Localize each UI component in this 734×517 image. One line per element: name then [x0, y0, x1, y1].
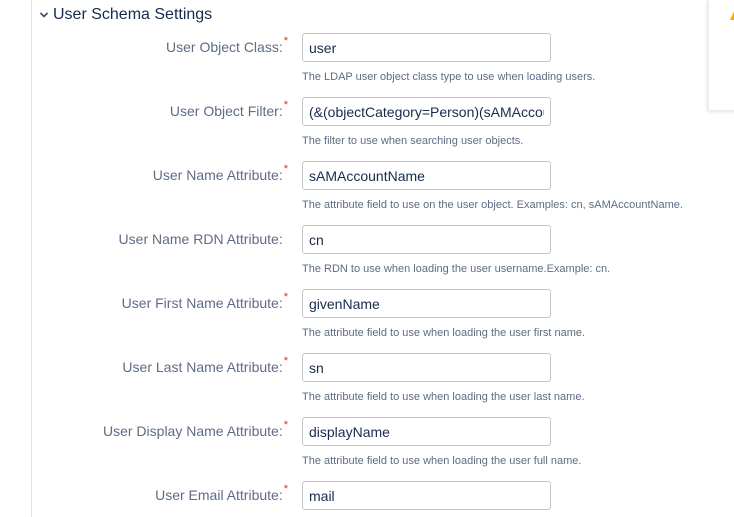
- warning-icon: [729, 8, 734, 22]
- field-label: User Email Attribute: *: [155, 483, 288, 503]
- section-title: User Schema Settings: [53, 6, 213, 23]
- label-text: User Object Class:: [166, 39, 283, 55]
- field-label: User Object Class: *: [166, 35, 288, 55]
- label-text: User Name RDN Attribute:: [118, 231, 283, 247]
- user-name-rdn-attribute-input[interactable]: [302, 225, 551, 254]
- label-text: User Name Attribute:: [152, 167, 283, 183]
- user-last-name-attribute-input[interactable]: [302, 353, 551, 382]
- field-user-object-class: User Object Class:* The LDAP user object…: [0, 33, 734, 97]
- user-email-attribute-input[interactable]: [302, 481, 551, 510]
- user-object-filter-input[interactable]: [302, 97, 551, 126]
- field-help-text: The RDN to use when loading the user use…: [302, 263, 611, 275]
- required-marker: *: [283, 355, 288, 367]
- field-user-name-rdn-attribute: User Name RDN Attribute:* The RDN to use…: [0, 225, 734, 289]
- label-text: User Email Attribute:: [155, 487, 283, 503]
- required-marker: *: [283, 291, 288, 303]
- label-text: User Display Name Attribute:: [102, 423, 283, 439]
- user-display-name-attribute-input[interactable]: [302, 417, 551, 446]
- label-text: User Last Name Attribute:: [122, 359, 283, 375]
- section-header-user-schema[interactable]: User Schema Settings: [38, 4, 212, 26]
- label-text: User First Name Attribute:: [121, 295, 283, 311]
- field-help-text: The LDAP user object class type to use w…: [302, 71, 596, 83]
- field-help-text: The attribute field to use when loading …: [302, 455, 582, 467]
- label-text: User Object Filter:: [169, 103, 283, 119]
- field-label: User Name Attribute: *: [152, 163, 288, 183]
- field-label: User Name RDN Attribute:*: [119, 231, 288, 247]
- field-label: User Object Filter: *: [169, 99, 288, 119]
- field-user-email-attribute: User Email Attribute: *: [0, 481, 734, 517]
- chevron-down-icon[interactable]: [38, 9, 50, 21]
- required-marker: *: [283, 419, 288, 431]
- user-object-class-input[interactable]: [302, 33, 551, 62]
- field-user-object-filter: User Object Filter:* The filter to use w…: [0, 97, 734, 161]
- side-help-panel: [708, 0, 734, 111]
- field-user-display-name-attribute: User Display Name Attribute:* The attrib…: [0, 417, 734, 481]
- required-marker: *: [283, 163, 288, 175]
- required-marker: *: [283, 99, 288, 111]
- field-label: User First Name Attribute: *: [121, 291, 288, 311]
- field-user-last-name-attribute: User Last Name Attribute:* The attribute…: [0, 353, 734, 417]
- user-first-name-attribute-input[interactable]: [302, 289, 551, 318]
- user-name-attribute-input[interactable]: [302, 161, 551, 190]
- field-help-text: The attribute field to use when loading …: [302, 327, 586, 339]
- required-marker: *: [283, 35, 288, 47]
- field-user-name-attribute: User Name Attribute:* The attribute fiel…: [0, 161, 734, 225]
- field-help-text: The attribute field to use on the user o…: [302, 199, 683, 211]
- field-label: User Last Name Attribute: *: [122, 355, 288, 375]
- field-label: User Display Name Attribute: *: [102, 419, 288, 439]
- required-marker: *: [283, 483, 288, 495]
- field-help-text: The attribute field to use when loading …: [302, 391, 585, 403]
- field-user-first-name-attribute: User First Name Attribute:* The attribut…: [0, 289, 734, 353]
- field-help-text: The filter to use when searching user ob…: [302, 135, 524, 147]
